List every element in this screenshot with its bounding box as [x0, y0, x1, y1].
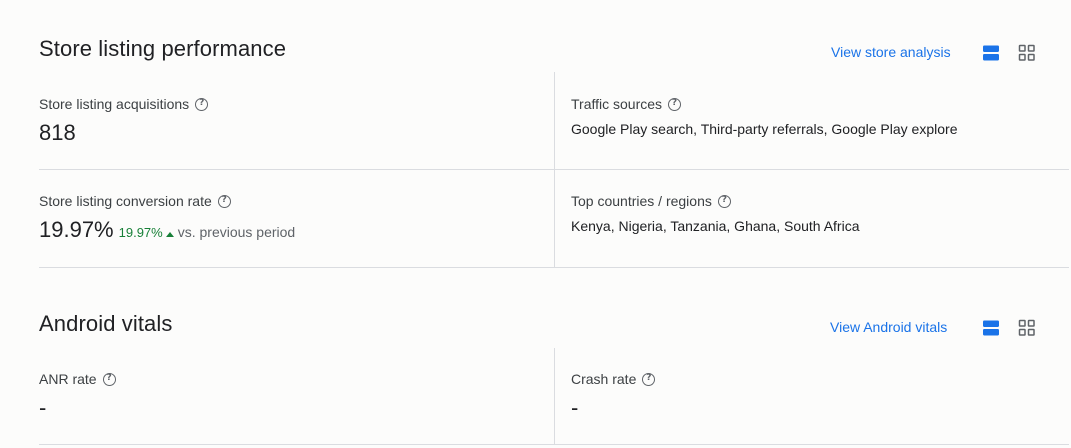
crash-rate-value: -	[571, 395, 579, 420]
traffic-sources-label-row: Traffic sources ?	[571, 96, 957, 112]
row-divider	[39, 169, 1069, 170]
help-icon[interactable]: ?	[717, 194, 731, 208]
conversion-rate-card: Store listing conversion rate ? 19.97% 1…	[39, 193, 295, 243]
help-icon[interactable]: ?	[642, 372, 656, 386]
acquisitions-value: 818	[39, 120, 76, 145]
anr-rate-card: ANR rate ? -	[39, 371, 116, 421]
grid-view-icon[interactable]	[1018, 319, 1036, 337]
view-store-analysis-link[interactable]: View store analysis	[831, 44, 951, 60]
acquisitions-label-row: Store listing acquisitions ?	[39, 96, 209, 112]
conversion-rate-label: Store listing conversion rate	[39, 193, 212, 209]
traffic-sources-card: Traffic sources ? Google Play search, Th…	[571, 96, 957, 137]
anr-rate-label: ANR rate	[39, 371, 97, 387]
traffic-sources-value: Google Play search, Third-party referral…	[571, 121, 958, 137]
help-icon[interactable]: ?	[102, 372, 116, 386]
store-listing-title: Store listing performance	[39, 36, 287, 61]
column-divider	[554, 72, 555, 268]
conversion-rate-label-row: Store listing conversion rate ?	[39, 193, 295, 209]
row-divider	[39, 444, 1069, 445]
conversion-rate-delta: 19.97%	[118, 225, 163, 240]
acquisitions-card: Store listing acquisitions ? 818	[39, 96, 209, 146]
column-divider	[554, 348, 555, 444]
help-icon[interactable]: ?	[668, 97, 682, 111]
anr-rate-label-row: ANR rate ?	[39, 371, 116, 387]
section-divider	[39, 267, 1069, 268]
top-countries-value: Kenya, Nigeria, Tanzania, Ghana, South A…	[571, 218, 860, 234]
conversion-rate-value: 19.97%	[39, 217, 114, 242]
top-countries-label: Top countries / regions	[571, 193, 712, 209]
help-icon[interactable]: ?	[217, 194, 231, 208]
anr-rate-value: -	[39, 395, 47, 420]
trend-up-icon	[165, 232, 174, 237]
view-android-vitals-link[interactable]: View Android vitals	[830, 319, 947, 335]
list-view-icon[interactable]	[982, 44, 1000, 62]
help-icon[interactable]: ?	[195, 97, 209, 111]
acquisitions-label: Store listing acquisitions	[39, 96, 190, 112]
crash-rate-card: Crash rate ? -	[571, 371, 656, 421]
crash-rate-label: Crash rate	[571, 371, 637, 387]
grid-view-icon[interactable]	[1018, 44, 1036, 62]
top-countries-label-row: Top countries / regions ?	[571, 193, 859, 209]
android-vitals-title: Android vitals	[39, 311, 173, 336]
list-view-icon[interactable]	[982, 319, 1000, 337]
top-countries-card: Top countries / regions ? Kenya, Nigeria…	[571, 193, 859, 234]
crash-rate-label-row: Crash rate ?	[571, 371, 656, 387]
conversion-rate-compare: vs. previous period	[177, 224, 296, 240]
traffic-sources-label: Traffic sources	[571, 96, 663, 112]
conversion-rate-value-row: 19.97% 19.97% vs. previous period	[39, 217, 295, 243]
